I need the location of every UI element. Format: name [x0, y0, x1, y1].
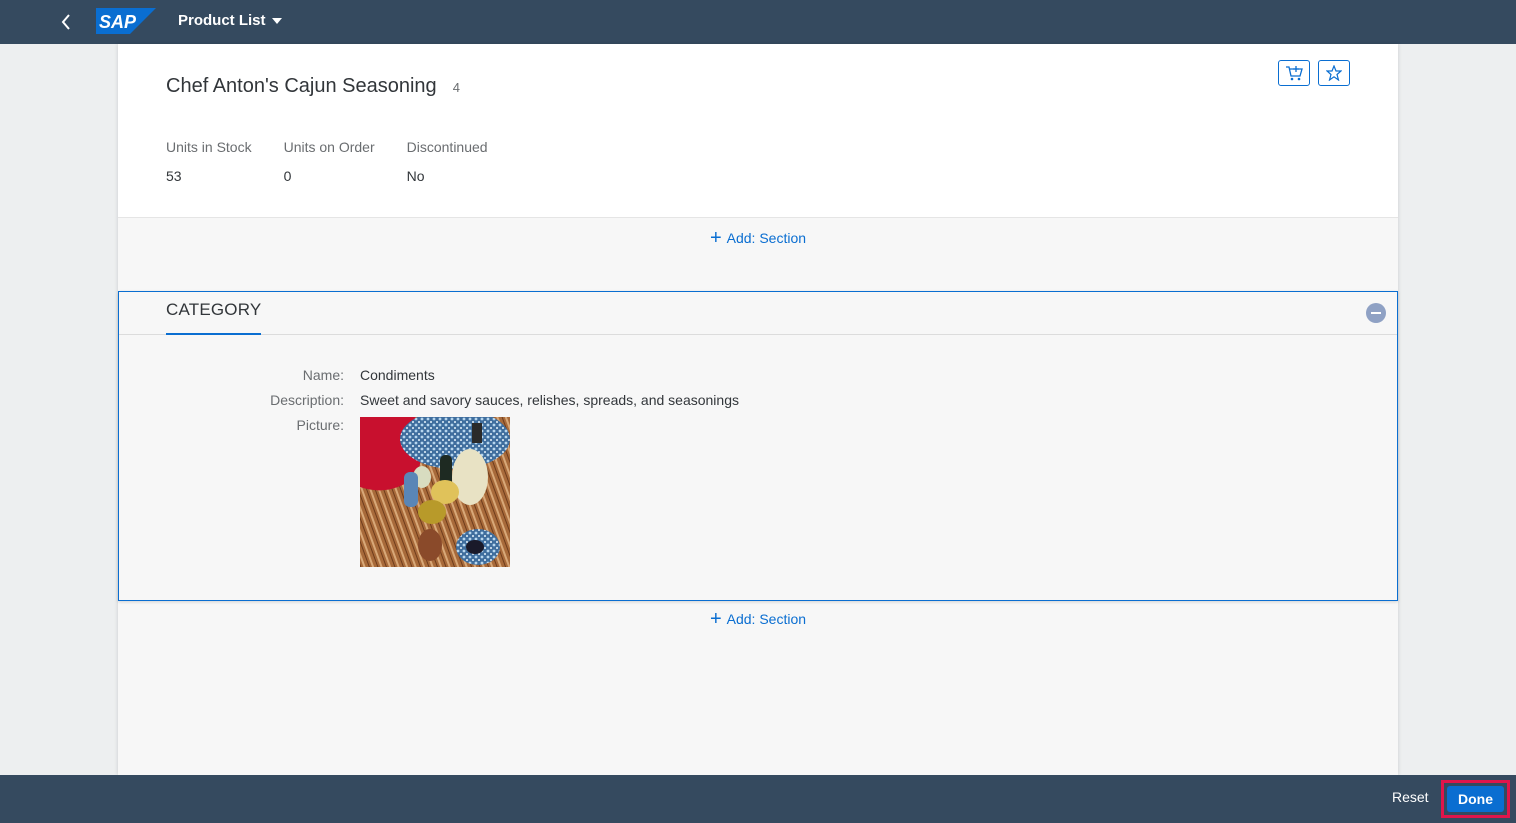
- plus-icon: +: [709, 227, 722, 249]
- sap-logo: SAP: [96, 8, 156, 34]
- category-form: Name: Condiments Description: Sweet and …: [119, 367, 1397, 567]
- title-row: Chef Anton's Cajun Seasoning 4: [166, 75, 460, 98]
- object-page: Chef Anton's Cajun Seasoning 4 Units in: [118, 44, 1398, 775]
- kpi-list: Units in Stock 53 Units on Order 0 Disco…: [166, 139, 488, 184]
- star-icon: [1326, 65, 1342, 81]
- add-section-bottom: + Add: Section: [118, 607, 1398, 631]
- object-title: Chef Anton's Cajun Seasoning: [166, 75, 437, 97]
- done-highlight: Done: [1441, 780, 1510, 818]
- plus-icon: +: [709, 608, 722, 630]
- add-section-label: Add: Section: [726, 230, 807, 246]
- back-button[interactable]: [52, 8, 80, 36]
- object-count: 4: [452, 80, 460, 95]
- favorite-button[interactable]: [1318, 60, 1350, 86]
- name-value: Condiments: [360, 367, 435, 383]
- kpi-value: 53: [166, 168, 182, 184]
- done-button[interactable]: Done: [1447, 786, 1504, 812]
- section-header: CATEGORY: [119, 292, 1397, 335]
- add-section-top: + Add: Section: [118, 226, 1398, 250]
- logo-text: SAP: [99, 12, 137, 32]
- add-section-button[interactable]: + Add: Section: [709, 227, 807, 249]
- form-row-description: Description: Sweet and savory sauces, re…: [119, 392, 1397, 417]
- header-actions: [1278, 60, 1350, 86]
- kpi-discontinued: Discontinued No: [407, 139, 488, 184]
- form-row-name: Name: Condiments: [119, 367, 1397, 392]
- cart-button[interactable]: [1278, 60, 1310, 86]
- object-header: Chef Anton's Cajun Seasoning 4 Units in: [118, 44, 1398, 218]
- add-section-button[interactable]: + Add: Section: [709, 608, 807, 630]
- description-value: Sweet and savory sauces, relishes, sprea…: [360, 392, 739, 408]
- add-section-label: Add: Section: [726, 611, 807, 627]
- app-title: Product List: [178, 12, 266, 29]
- reset-button[interactable]: Reset: [1392, 789, 1429, 805]
- minus-icon: [1371, 312, 1381, 314]
- form-row-picture: Picture:: [119, 417, 1397, 567]
- category-section: CATEGORY Name: Condiments Description: S…: [118, 291, 1398, 601]
- kpi-label: Discontinued: [406, 139, 488, 155]
- kpi-units-on-order: Units on Order 0: [284, 139, 375, 184]
- name-label: Name:: [302, 367, 344, 383]
- kpi-value: No: [406, 168, 425, 184]
- chevron-left-icon: [61, 14, 70, 30]
- remove-section-button[interactable]: [1366, 303, 1386, 323]
- cart-icon: [1286, 66, 1303, 81]
- kpi-label: Units on Order: [283, 139, 375, 155]
- picture-label: Picture:: [296, 417, 344, 433]
- kpi-value: 0: [283, 168, 292, 184]
- kpi-label: Units in Stock: [166, 139, 252, 155]
- caret-down-icon: [271, 18, 282, 24]
- section-title: CATEGORY: [166, 300, 262, 335]
- footer-toolbar: Reset Done: [0, 775, 1516, 823]
- category-picture: [360, 417, 510, 567]
- description-label: Description:: [270, 392, 344, 408]
- kpi-units-in-stock: Units in Stock 53: [166, 139, 252, 184]
- app-title-menu[interactable]: Product List: [178, 12, 282, 29]
- shell-bar: SAP Product List: [0, 0, 1516, 44]
